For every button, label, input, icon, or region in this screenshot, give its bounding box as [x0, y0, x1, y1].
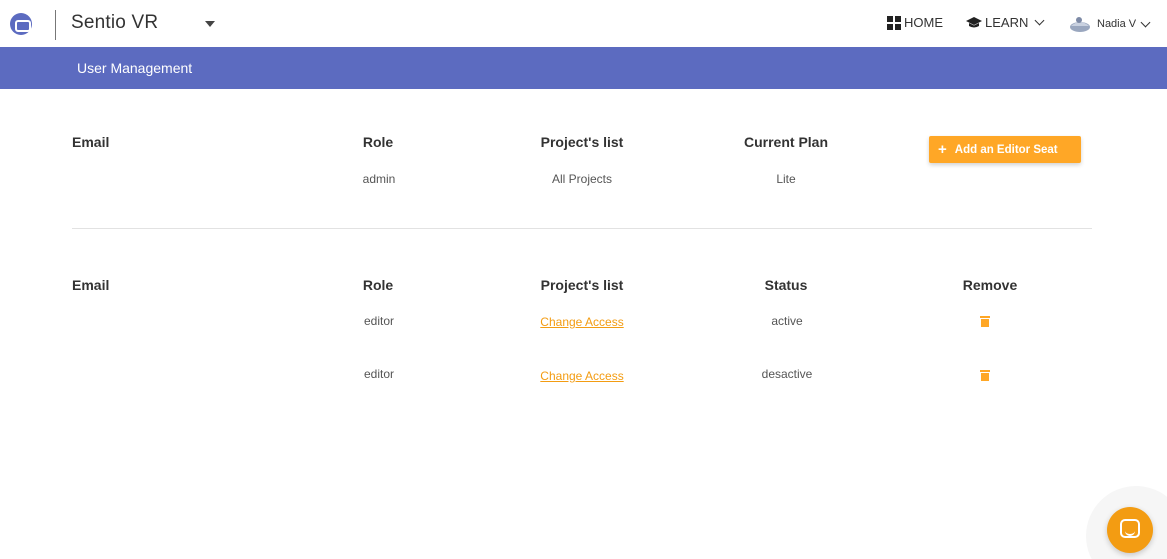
user-name: Nadia V	[1097, 18, 1137, 30]
plan-header-role: Role	[362, 134, 394, 150]
trash-icon[interactable]	[980, 316, 990, 327]
section-divider	[72, 228, 1092, 229]
app-logo-icon[interactable]	[10, 13, 32, 35]
table-row-role: editor	[363, 367, 395, 381]
nav-learn-label: LEARN	[985, 15, 1029, 30]
app-name: Sentio VR	[71, 12, 159, 33]
editors-header-email: Email	[72, 277, 110, 293]
nav-learn-menu[interactable]: LEARN	[965, 15, 1045, 30]
avatar	[1070, 17, 1090, 32]
table-row-status: desactive	[761, 367, 813, 381]
nav-home-label: HOME	[904, 15, 943, 30]
chat-icon	[1120, 519, 1140, 538]
editors-header-projects: Project's list	[540, 277, 624, 293]
table-row-status: active	[771, 314, 803, 328]
table-row-role: editor	[363, 314, 395, 328]
chevron-down-icon	[1140, 17, 1151, 27]
editors-header-status: Status	[764, 277, 808, 293]
trash-icon[interactable]	[980, 370, 990, 381]
nav-home-link[interactable]: HOME	[887, 15, 943, 30]
plan-header-email: Email	[72, 134, 110, 150]
graduation-cap-icon	[966, 16, 982, 27]
chat-launcher-button[interactable]	[1107, 507, 1153, 553]
grid-icon	[887, 15, 901, 30]
page-header: User Management	[0, 47, 1167, 89]
plan-cell-plan: Lite	[776, 172, 796, 186]
add-editor-seat-button[interactable]: + Add an Editor Seat	[929, 136, 1081, 163]
page-title: User Management	[77, 60, 193, 76]
chevron-down-icon	[1034, 15, 1045, 26]
plan-cell-role: admin	[362, 172, 396, 186]
plan-header-projects: Project's list	[540, 134, 624, 150]
editors-header-role: Role	[362, 277, 394, 293]
plan-cell-projects: All Projects	[551, 172, 613, 186]
add-editor-seat-label: Add an Editor Seat	[954, 143, 1058, 156]
change-access-link[interactable]: Change Access	[540, 315, 623, 329]
plan-header-current-plan: Current Plan	[743, 134, 829, 150]
change-access-link[interactable]: Change Access	[540, 369, 623, 383]
divider	[55, 10, 56, 40]
user-menu[interactable]: Nadia V	[1068, 14, 1151, 34]
editors-header-remove: Remove	[962, 277, 1018, 293]
app-switcher-caret-icon[interactable]	[205, 21, 215, 27]
plus-icon: +	[938, 141, 947, 158]
top-bar: Sentio VR HOME LEARN Nadia V	[0, 0, 1167, 47]
